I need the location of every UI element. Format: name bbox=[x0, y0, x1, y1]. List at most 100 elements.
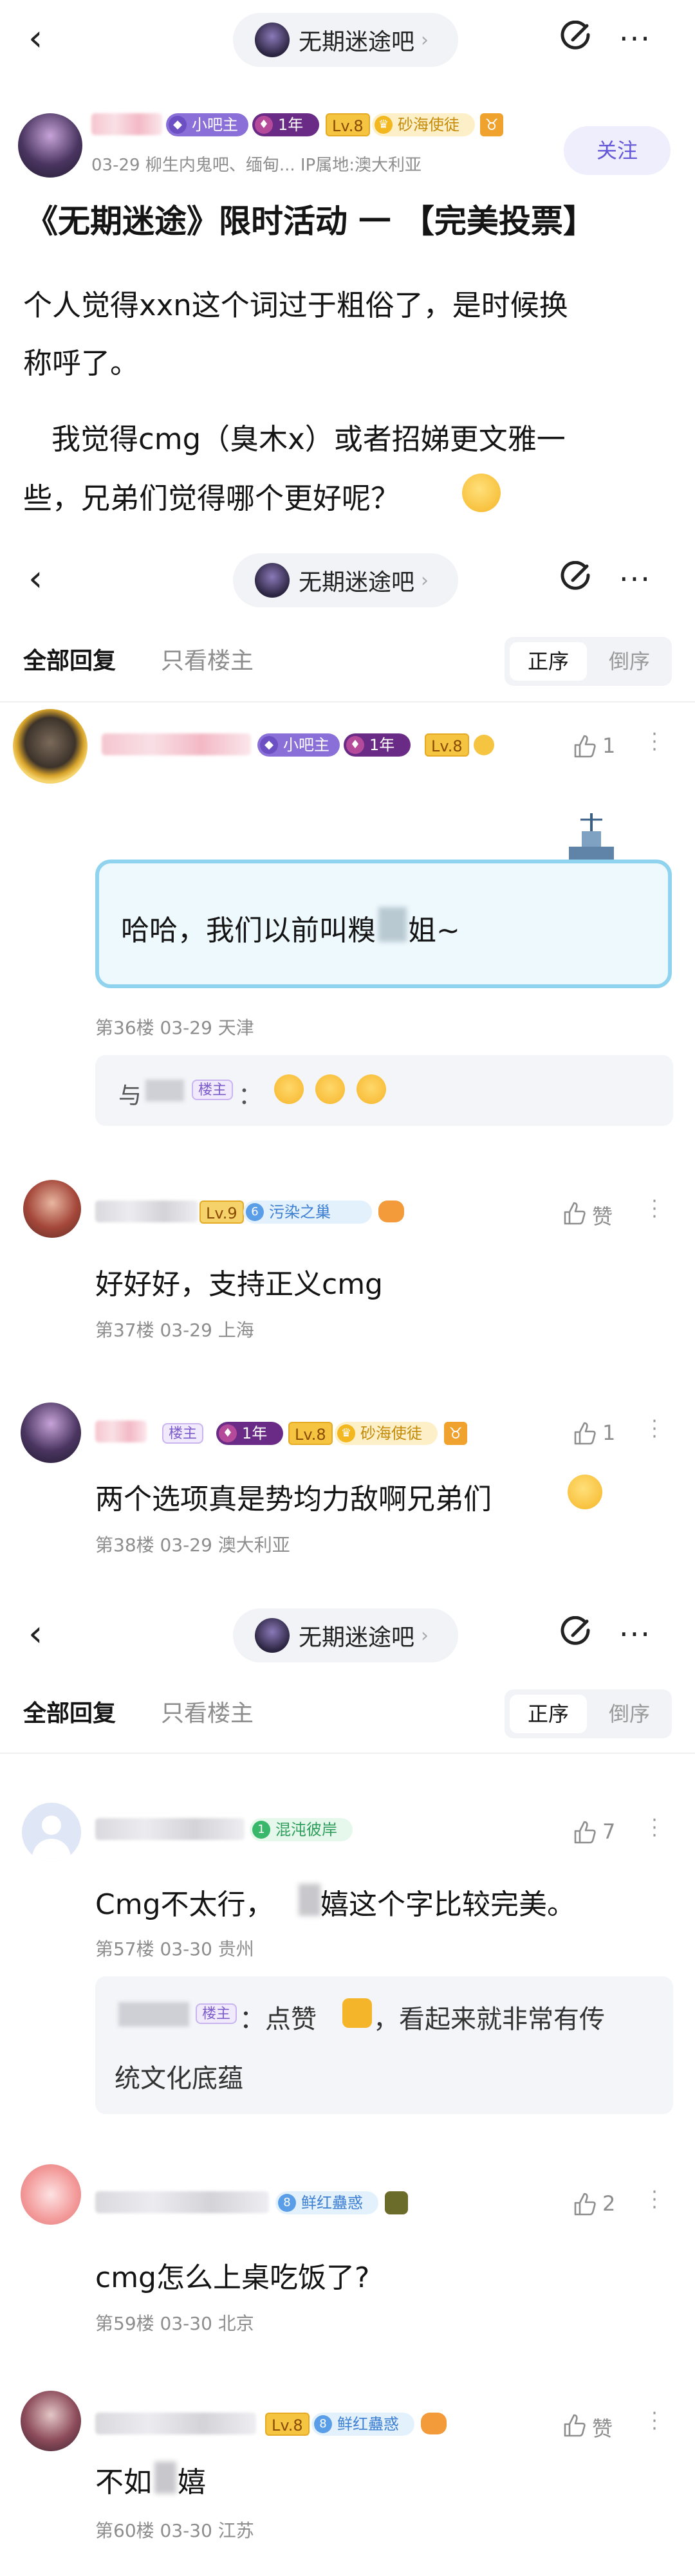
post-body-line: 我觉得cmg（臭木x）或者招娣更文雅一 bbox=[51, 422, 566, 456]
reply-author-name[interactable] bbox=[102, 733, 251, 755]
reply-text: 不如 bbox=[95, 2466, 152, 2499]
reply-meta: 第36楼 03-29 天津 bbox=[95, 1017, 254, 1038]
post-body-line: 些，兄弟们觉得哪个更好呢？ bbox=[23, 481, 400, 515]
reply-author-name[interactable] bbox=[95, 1818, 245, 1840]
shocked-emoji-icon bbox=[315, 1074, 345, 1104]
follow-button[interactable]: 关注 bbox=[564, 126, 671, 175]
sub-reply-author-blur bbox=[145, 1080, 184, 1101]
tab-owner-only[interactable]: 只看楼主 bbox=[161, 642, 254, 676]
reply-avatar[interactable] bbox=[13, 709, 88, 784]
author-name[interactable] bbox=[91, 113, 162, 135]
more-icon[interactable]: ··· bbox=[619, 24, 651, 53]
more-options-icon[interactable]: · · · bbox=[651, 1412, 658, 1447]
like-count: 7 bbox=[602, 1819, 616, 1844]
moderator-badge: ◆ 小吧主 bbox=[257, 733, 340, 757]
like-label: 赞 bbox=[592, 1204, 613, 1229]
fan-badge: 8 鲜红蠱惑 bbox=[311, 2413, 414, 2436]
sub-reply-emojis bbox=[274, 1074, 398, 1104]
thumbs-up-icon[interactable] bbox=[571, 733, 597, 759]
level-badge: Lv.8 bbox=[265, 2413, 310, 2436]
forum-avatar bbox=[255, 563, 290, 598]
fan-badge: 1 混沌彼岸 bbox=[250, 1818, 353, 1841]
top-bar: ‹ 无期迷途吧 › ··· bbox=[0, 1596, 695, 1673]
back-icon[interactable]: ‹ bbox=[28, 560, 54, 598]
level-badge: Lv.9 bbox=[199, 1201, 244, 1224]
reply-text: 两个选项真是势均力敌啊兄弟们 bbox=[95, 1483, 492, 1516]
reply-author-name[interactable] bbox=[95, 2191, 269, 2213]
post-meta: 03-29 柳生内鬼吧、缅甸... IP属地:澳大利亚 bbox=[91, 156, 422, 175]
like-count: 1 bbox=[602, 1421, 616, 1445]
sort-desc-button[interactable]: 倒序 bbox=[592, 642, 667, 681]
reply-text-tail: 嬉 bbox=[178, 2466, 206, 2499]
sort-desc-button[interactable]: 倒序 bbox=[592, 1695, 667, 1733]
censored-char bbox=[154, 2461, 176, 2494]
edit-icon[interactable] bbox=[559, 21, 592, 54]
sub-reply-colon: ： bbox=[238, 1081, 263, 1110]
gamepad-icon bbox=[378, 1201, 404, 1222]
forum-pill[interactable]: 无期迷途吧 › bbox=[233, 553, 458, 607]
more-options-icon[interactable]: · · · bbox=[651, 1811, 658, 1846]
tab-all-replies[interactable]: 全部回复 bbox=[23, 642, 116, 676]
top-bar: ‹ 无期迷途吧 › ··· bbox=[0, 0, 695, 77]
more-options-icon[interactable]: · · · bbox=[651, 725, 658, 760]
reply-author-name[interactable] bbox=[95, 2413, 256, 2434]
divider bbox=[0, 701, 695, 703]
reply-avatar[interactable] bbox=[23, 1180, 81, 1238]
default-avatar-icon[interactable] bbox=[22, 1803, 81, 1862]
forum-pill[interactable]: 无期迷途吧 › bbox=[233, 13, 458, 67]
sub-reply-box: 楼主 ：点赞 ，看起来就非常有传 统文化底蕴 bbox=[95, 1976, 673, 2114]
reply-author-name[interactable] bbox=[95, 1421, 147, 1442]
sort-asc-button[interactable]: 正序 bbox=[510, 1695, 587, 1733]
like-count: 2 bbox=[602, 2191, 616, 2216]
more-icon[interactable]: ··· bbox=[619, 1619, 651, 1649]
thumbs-up-icon[interactable] bbox=[571, 1819, 597, 1845]
more-options-icon[interactable]: · · · bbox=[651, 1192, 658, 1227]
post-body-line: 称呼了。 bbox=[23, 346, 140, 380]
forum-pill[interactable]: 无期迷途吧 › bbox=[233, 1608, 458, 1662]
reply-avatar[interactable] bbox=[21, 2391, 81, 2451]
censored-char bbox=[378, 907, 407, 942]
thumbs-up-icon[interactable] bbox=[571, 1421, 597, 1446]
thumbs-up-icon[interactable] bbox=[561, 1201, 587, 1226]
tab-all-replies[interactable]: 全部回复 bbox=[23, 1695, 116, 1728]
reply-avatar[interactable] bbox=[21, 2164, 81, 2225]
fan-icon bbox=[474, 735, 494, 755]
forum-name: 无期迷途吧 bbox=[299, 29, 415, 55]
level-badge: Lv.8 bbox=[288, 1422, 333, 1445]
thumbs-up-emoji-icon bbox=[342, 1998, 372, 2028]
post-title: 《无期迷途》限时活动 一 【完美投票】 bbox=[26, 203, 595, 240]
more-options-icon[interactable]: · · · bbox=[651, 2404, 658, 2439]
reply-text: Cmg不太行， bbox=[95, 1888, 274, 1921]
censored-char bbox=[299, 1884, 320, 1916]
forum-name: 无期迷途吧 bbox=[299, 569, 415, 596]
more-options-icon[interactable]: · · · bbox=[651, 2183, 658, 2218]
thumbs-up-icon[interactable] bbox=[561, 2413, 587, 2438]
shocked-emoji-icon bbox=[274, 1074, 304, 1104]
author-avatar[interactable] bbox=[18, 113, 82, 178]
chevron-right-icon: › bbox=[421, 569, 429, 592]
back-icon[interactable]: ‹ bbox=[28, 19, 54, 58]
sort-asc-button[interactable]: 正序 bbox=[510, 642, 587, 681]
reply-avatar[interactable] bbox=[21, 1403, 81, 1463]
tab-owner-only[interactable]: 只看楼主 bbox=[161, 1695, 254, 1728]
owner-tag: 楼主 bbox=[196, 2003, 237, 2024]
forum-avatar bbox=[255, 1618, 290, 1653]
thumbs-up-icon[interactable] bbox=[571, 2191, 597, 2217]
reply-text-tail: 姐~ bbox=[408, 914, 460, 947]
fan-badge: 6 污染之巢 bbox=[243, 1201, 372, 1224]
edit-icon[interactable] bbox=[559, 1616, 592, 1650]
gamepad-icon bbox=[421, 2413, 447, 2434]
sub-reply-text: ，看起来就非常有传 bbox=[373, 2005, 605, 2034]
fan-badge: ♛ 砂海使徒 bbox=[335, 1422, 438, 1445]
chevron-right-icon: › bbox=[421, 1624, 429, 1647]
forum-avatar bbox=[255, 23, 290, 57]
edit-icon[interactable] bbox=[559, 561, 592, 594]
sub-reply-author[interactable]: 与 bbox=[118, 1077, 142, 1110]
more-icon[interactable]: ··· bbox=[619, 564, 651, 594]
moderator-badge: ◆ 小吧主 bbox=[166, 113, 248, 136]
back-icon[interactable]: ‹ bbox=[28, 1615, 54, 1653]
sub-reply-text: ：点赞 bbox=[239, 2005, 317, 2034]
reply-author-name[interactable] bbox=[95, 1201, 198, 1222]
reply-meta: 第38楼 03-29 澳大利亚 bbox=[95, 1534, 290, 1556]
sub-reply-author-blur[interactable] bbox=[118, 2002, 189, 2027]
